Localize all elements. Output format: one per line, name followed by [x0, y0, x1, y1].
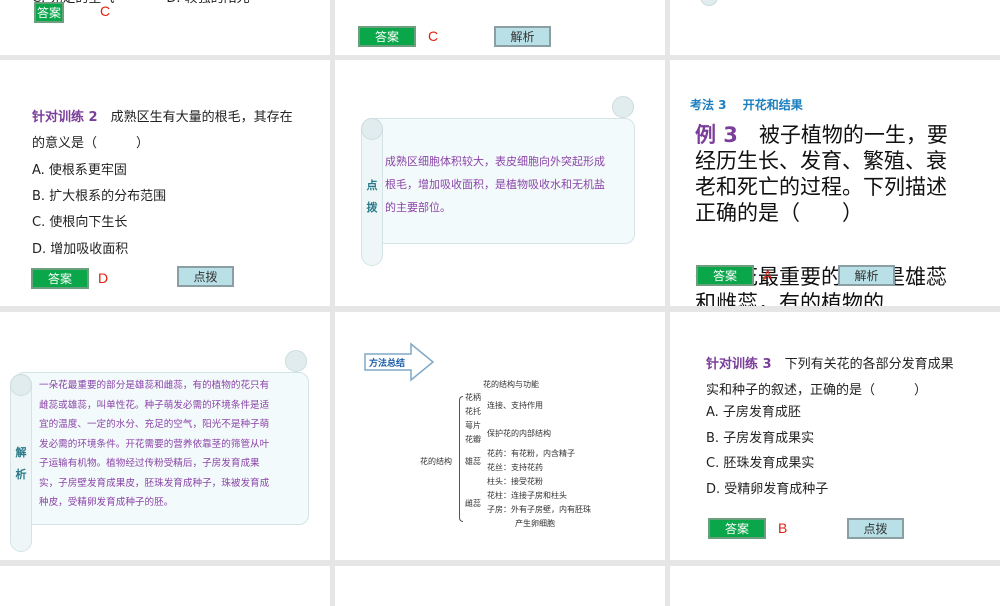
diagram-node: 花柄	[465, 393, 481, 402]
slide-thumbnail[interactable]	[670, 0, 1000, 55]
diagram-node: 柱头：接受花粉	[487, 477, 543, 486]
question-text: 针对训练 2 成熟区生有大量的根毛，其存在的意义是（ ）	[32, 105, 302, 157]
tip-button[interactable]: 点拨	[847, 518, 904, 539]
option-d: D. 增加吸收面积	[32, 242, 129, 257]
answer-letter: A	[763, 267, 773, 283]
answer-letter: D	[98, 270, 109, 286]
diagram-node: 萼片	[465, 421, 481, 430]
slide-thumbnail[interactable]: 考法 3 开花和结果 例 3 被子植物的一生，要经历生长、发育、繁殖、衰老和死亡…	[670, 60, 1000, 306]
slide-thumbnail[interactable]: 针对训练 3 下列有关花的各部分发育成果实和种子的叙述，正确的是（ ） A. 子…	[670, 312, 1000, 560]
answer-letter: C	[428, 28, 439, 44]
diagram-node: 子房：外有子房壁，内有胚珠	[487, 505, 591, 514]
diagram-node: 花药：有花粉，内含精子	[487, 449, 575, 458]
example-question: 例 3 被子植物的一生，要经历生长、发育、繁殖、衰老和死亡的过程。下列描述正确的…	[695, 122, 950, 226]
slide-thumbnail[interactable]	[335, 566, 665, 606]
diagram-title: 花的结构与功能	[483, 380, 539, 389]
diagram-node: 花瓣	[465, 435, 481, 444]
scroll-curl-icon	[361, 118, 383, 140]
method-banner: 方法总结	[369, 359, 406, 369]
option-a: A. 使根系更牢固	[32, 163, 127, 178]
slide-thumbnail[interactable]	[0, 566, 330, 606]
option-a: A. 子房发育成胚	[706, 405, 801, 420]
tip-text: 成熟区细胞体积较大，表皮细胞向外突起形成根毛，增加吸收面积，是植物吸收水和无机盐…	[385, 155, 605, 214]
slide-thumbnail[interactable]: 点拨 成熟区细胞体积较大，表皮细胞向外突起形成根毛，增加吸收面积，是植物吸收水和…	[335, 60, 665, 306]
option-b: B. 扩大根系的分布范围	[32, 189, 167, 204]
diagram-root: 花的结构	[420, 457, 452, 466]
analysis-button[interactable]: 解析	[494, 26, 551, 47]
answer-button[interactable]: 答案	[31, 268, 89, 289]
scroll-curl-icon	[700, 0, 718, 6]
diagram-node: 花丝：支持花药	[487, 463, 543, 472]
question-title: 针对训练 3	[706, 357, 772, 372]
tip-side-label: 点拨	[366, 179, 378, 214]
slide-thumbnail[interactable]: 方法总结 花的结构与功能 花的结构 花柄 花托 连接、支持作用 萼片 花瓣 保护…	[335, 312, 665, 560]
analysis-button[interactable]: 解析	[838, 265, 895, 286]
tip-button[interactable]: 点拨	[177, 266, 234, 287]
slide-thumbnail[interactable]: 答案 C 解析	[335, 0, 665, 55]
slide-thumbnail[interactable]: 解析 一朵花最重要的部分是雄蕊和雌蕊，有的植物的花只有雌蕊或雄蕊，叫单性花。种子…	[0, 312, 330, 560]
option-c: C. 使根向下生长	[32, 215, 128, 230]
diagram-node: 雌蕊	[465, 499, 481, 508]
option-c: C. 胚珠发育成果实	[706, 456, 815, 471]
answer-button[interactable]: 答案	[696, 265, 754, 286]
slide-thumbnail[interactable]: 针对训练 2 成熟区生有大量的根毛，其存在的意义是（ ） A. 使根系更牢固 B…	[0, 60, 330, 306]
answer-button[interactable]: 答案	[708, 518, 766, 539]
option-b: B. 子房发育成果实	[706, 431, 815, 446]
diagram-node: 雄蕊	[465, 457, 481, 466]
scroll-curl-icon	[612, 96, 634, 118]
diagram-node: 连接、支持作用	[487, 401, 543, 410]
answer-button[interactable]: 答案	[34, 2, 64, 23]
scroll-curl-icon	[10, 374, 32, 396]
answer-letter: C	[100, 3, 111, 19]
brace	[459, 396, 463, 522]
diagram-node: 产生卵细胞	[515, 519, 555, 528]
question-title: 针对训练 2	[32, 110, 98, 125]
question-text: 针对训练 3 下列有关花的各部分发育成果实和种子的叙述，正确的是（ ）	[706, 352, 966, 404]
options-line: C. 充足的空气 D. 较强的阳光	[32, 0, 250, 12]
option-d: D. 受精卵发育成种子	[706, 482, 829, 497]
section-heading: 考法 3 开花和结果	[690, 98, 803, 112]
analysis-side-label: 解析	[15, 446, 27, 481]
answer-button[interactable]: 答案	[358, 26, 416, 47]
diagram-node: 花柱：连接子房和柱头	[487, 491, 567, 500]
slide-thumbnail[interactable]: C. 充足的空气 D. 较强的阳光 答案 C	[0, 0, 330, 55]
slide-thumbnail[interactable]	[670, 566, 1000, 606]
answer-letter: B	[778, 520, 788, 536]
analysis-text: 一朵花最重要的部分是雄蕊和雌蕊，有的植物的花只有雌蕊或雄蕊，叫单性花。种子萌发必…	[39, 380, 270, 508]
diagram-node: 保护花的内部结构	[487, 429, 551, 438]
scroll-curl-icon	[285, 350, 307, 372]
example-title: 例 3	[695, 123, 738, 147]
diagram-node: 花托	[465, 407, 481, 416]
